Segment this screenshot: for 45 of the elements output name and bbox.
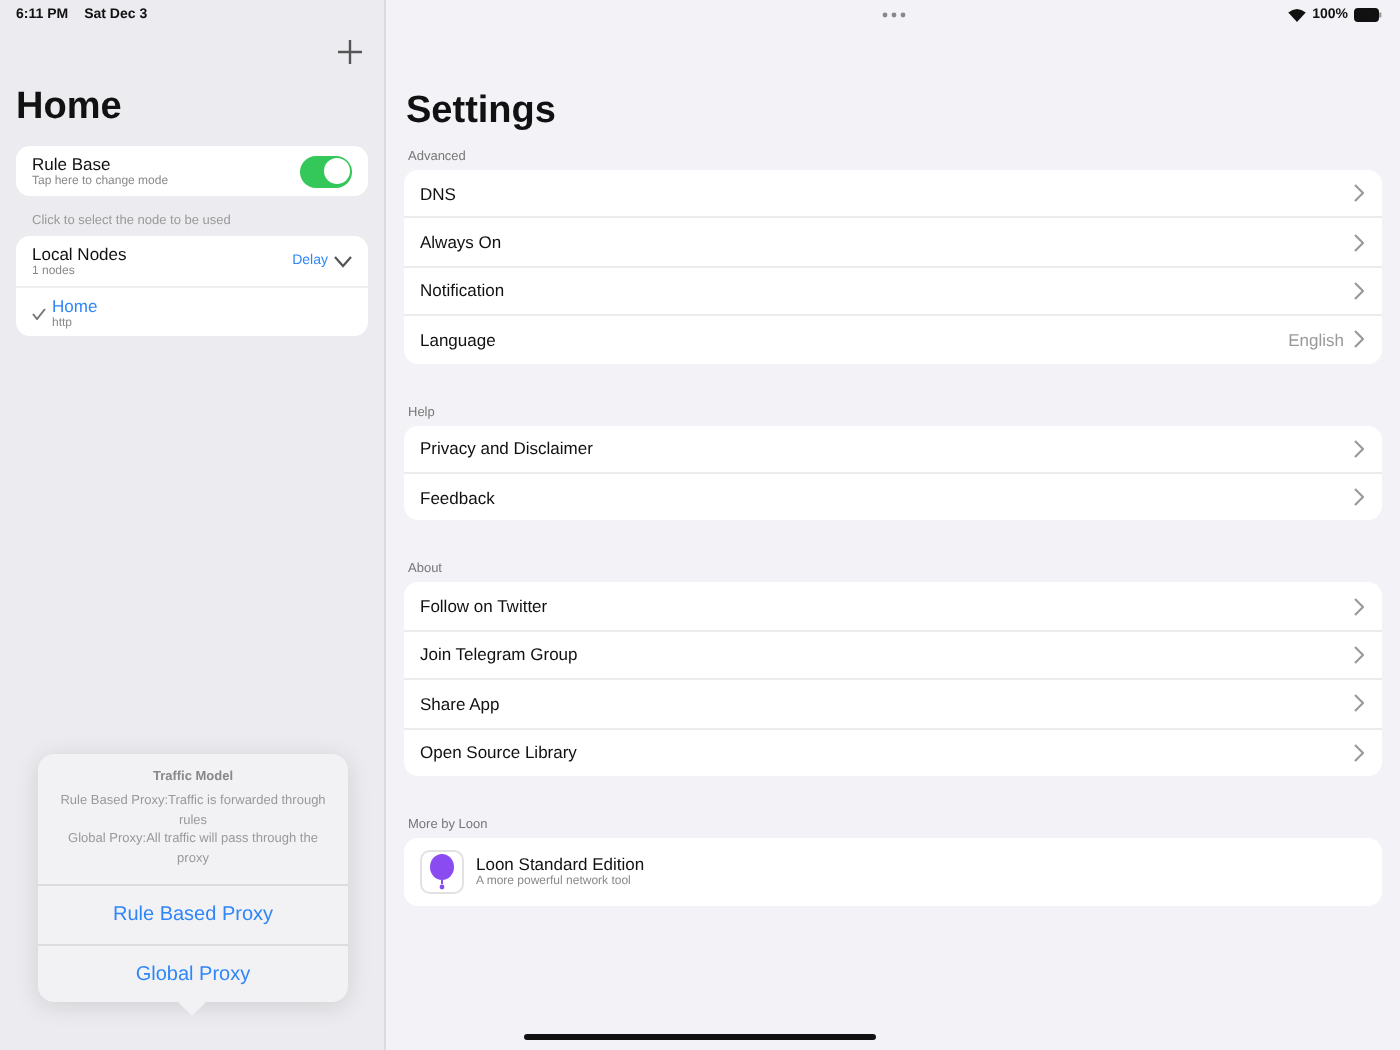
mode-toggle[interactable] (300, 155, 352, 187)
chevron-right-icon (1354, 743, 1364, 762)
chevron-right-icon (1354, 281, 1364, 300)
wifi-icon (1288, 7, 1307, 21)
chevron-right-icon (1354, 597, 1364, 616)
row-label: Open Source Library (420, 742, 579, 763)
mode-title: Rule Base (32, 154, 113, 174)
settings-row[interactable]: Always On (404, 218, 1382, 268)
row-label: Share App (420, 693, 502, 714)
settings-row[interactable]: DNS (404, 170, 1382, 219)
group-title: Local Nodes (32, 244, 129, 264)
chevron-right-icon (1354, 439, 1364, 458)
row-label: Always On (420, 232, 504, 253)
settings-row[interactable]: Notification (404, 267, 1382, 317)
row-label: Privacy and Disclaimer (420, 438, 595, 459)
chevron-right-icon (1354, 184, 1364, 203)
home-title: Home (16, 86, 124, 130)
row-label: Language (420, 329, 498, 350)
add-icon[interactable] (338, 40, 362, 64)
settings-row[interactable]: Open Source Library (404, 729, 1382, 776)
multitask-dots-icon[interactable] (881, 11, 905, 17)
settings-row[interactable]: Feedback (404, 473, 1382, 521)
row-label: Follow on Twitter (420, 596, 550, 617)
chevron-right-icon (1354, 330, 1364, 349)
row-label: Feedback (420, 487, 497, 508)
row-label: Join Telegram Group (420, 644, 580, 665)
chevron-right-icon (1354, 645, 1364, 664)
app-name: Loon Standard Edition (476, 854, 647, 875)
settings-title: Settings (406, 90, 558, 134)
row-value: English (1288, 329, 1344, 350)
battery-icon (1354, 7, 1382, 21)
chevron-right-icon (1354, 488, 1364, 507)
chevron-right-icon (1354, 233, 1364, 252)
row-label: Notification (420, 280, 507, 301)
checkmark-icon (32, 308, 46, 320)
settings-row[interactable]: Follow on Twitter (404, 582, 1382, 632)
settings-row[interactable]: Join Telegram Group (404, 631, 1382, 681)
chevron-right-icon (1354, 694, 1364, 713)
settings-row[interactable]: Privacy and Disclaimer (404, 425, 1382, 474)
chevron-down-icon[interactable] (334, 255, 352, 267)
settings-row[interactable]: Language English (404, 316, 1382, 364)
row-label: DNS (420, 183, 458, 204)
settings-row[interactable]: Share App (404, 680, 1382, 730)
node-name: Home (52, 295, 100, 315)
balloon-app-icon (420, 849, 464, 894)
